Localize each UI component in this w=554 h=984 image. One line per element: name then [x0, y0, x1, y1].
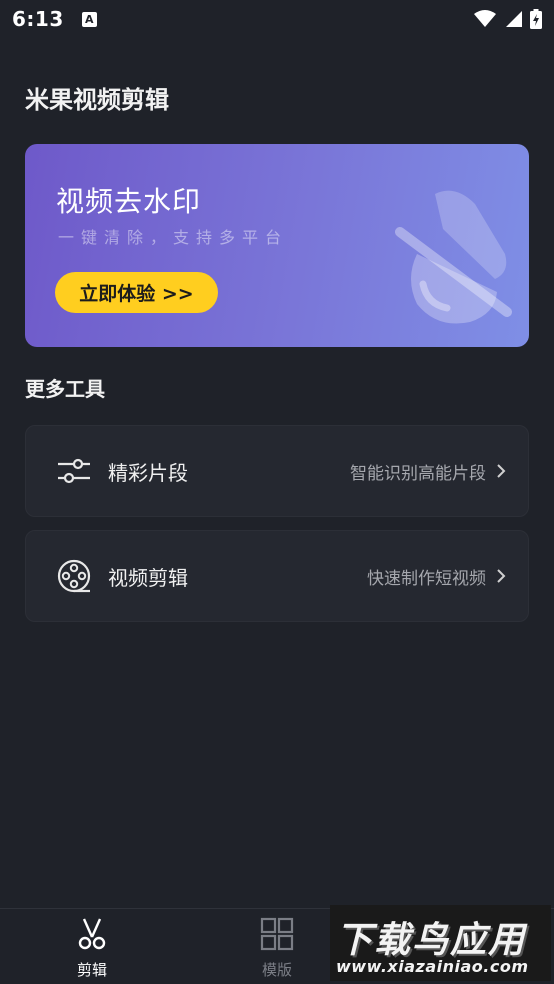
nav-item-edit[interactable]: 剪辑 — [32, 909, 152, 984]
battery-icon — [530, 9, 542, 29]
film-reel-icon — [57, 559, 91, 593]
status-bar: 6:13 A — [0, 0, 554, 38]
wifi-icon — [474, 10, 496, 27]
tool-description: 智能识别高能片段 — [350, 463, 486, 484]
tool-label: 精彩片段 — [108, 460, 188, 485]
nav-label: 模版 — [261, 961, 292, 979]
chevron-right-icon — [497, 464, 506, 478]
nav-item-templates[interactable]: 模版 — [217, 909, 337, 984]
watermark-title: 下载鸟应用 — [336, 920, 527, 961]
grid-icon — [260, 917, 294, 951]
scissors-icon — [78, 918, 106, 950]
notification-badge: A — [81, 11, 97, 27]
try-now-button[interactable]: 立即体验 >> — [55, 272, 218, 313]
watermark-logo: 下载鸟应用 www.xiazainiao.com — [330, 905, 551, 981]
banner-title: 视频去水印 — [56, 185, 202, 218]
section-title-more-tools: 更多工具 — [25, 377, 105, 401]
watermark-url: www.xiazainiao.com — [336, 957, 529, 976]
promo-banner[interactable]: 视频去水印 一键清除，支持多平台 立即体验 >> — [25, 144, 529, 347]
tool-label: 视频剪辑 — [108, 565, 188, 590]
watermark-removal-icon — [395, 190, 512, 324]
nav-label: 剪辑 — [76, 961, 107, 979]
tool-description: 快速制作短视频 — [367, 568, 486, 589]
status-icons — [474, 9, 542, 29]
status-time: 6:13 — [12, 7, 64, 31]
tool-card-highlights[interactable]: 精彩片段 智能识别高能片段 — [25, 425, 529, 517]
signal-icon — [506, 11, 522, 27]
banner-subtitle: 一键清除，支持多平台 — [58, 228, 289, 247]
app-title: 米果视频剪辑 — [25, 86, 169, 114]
sliders-icon — [58, 458, 90, 484]
chevron-right-icon — [497, 569, 506, 583]
tool-card-video-edit[interactable]: 视频剪辑 快速制作短视频 — [25, 530, 529, 622]
